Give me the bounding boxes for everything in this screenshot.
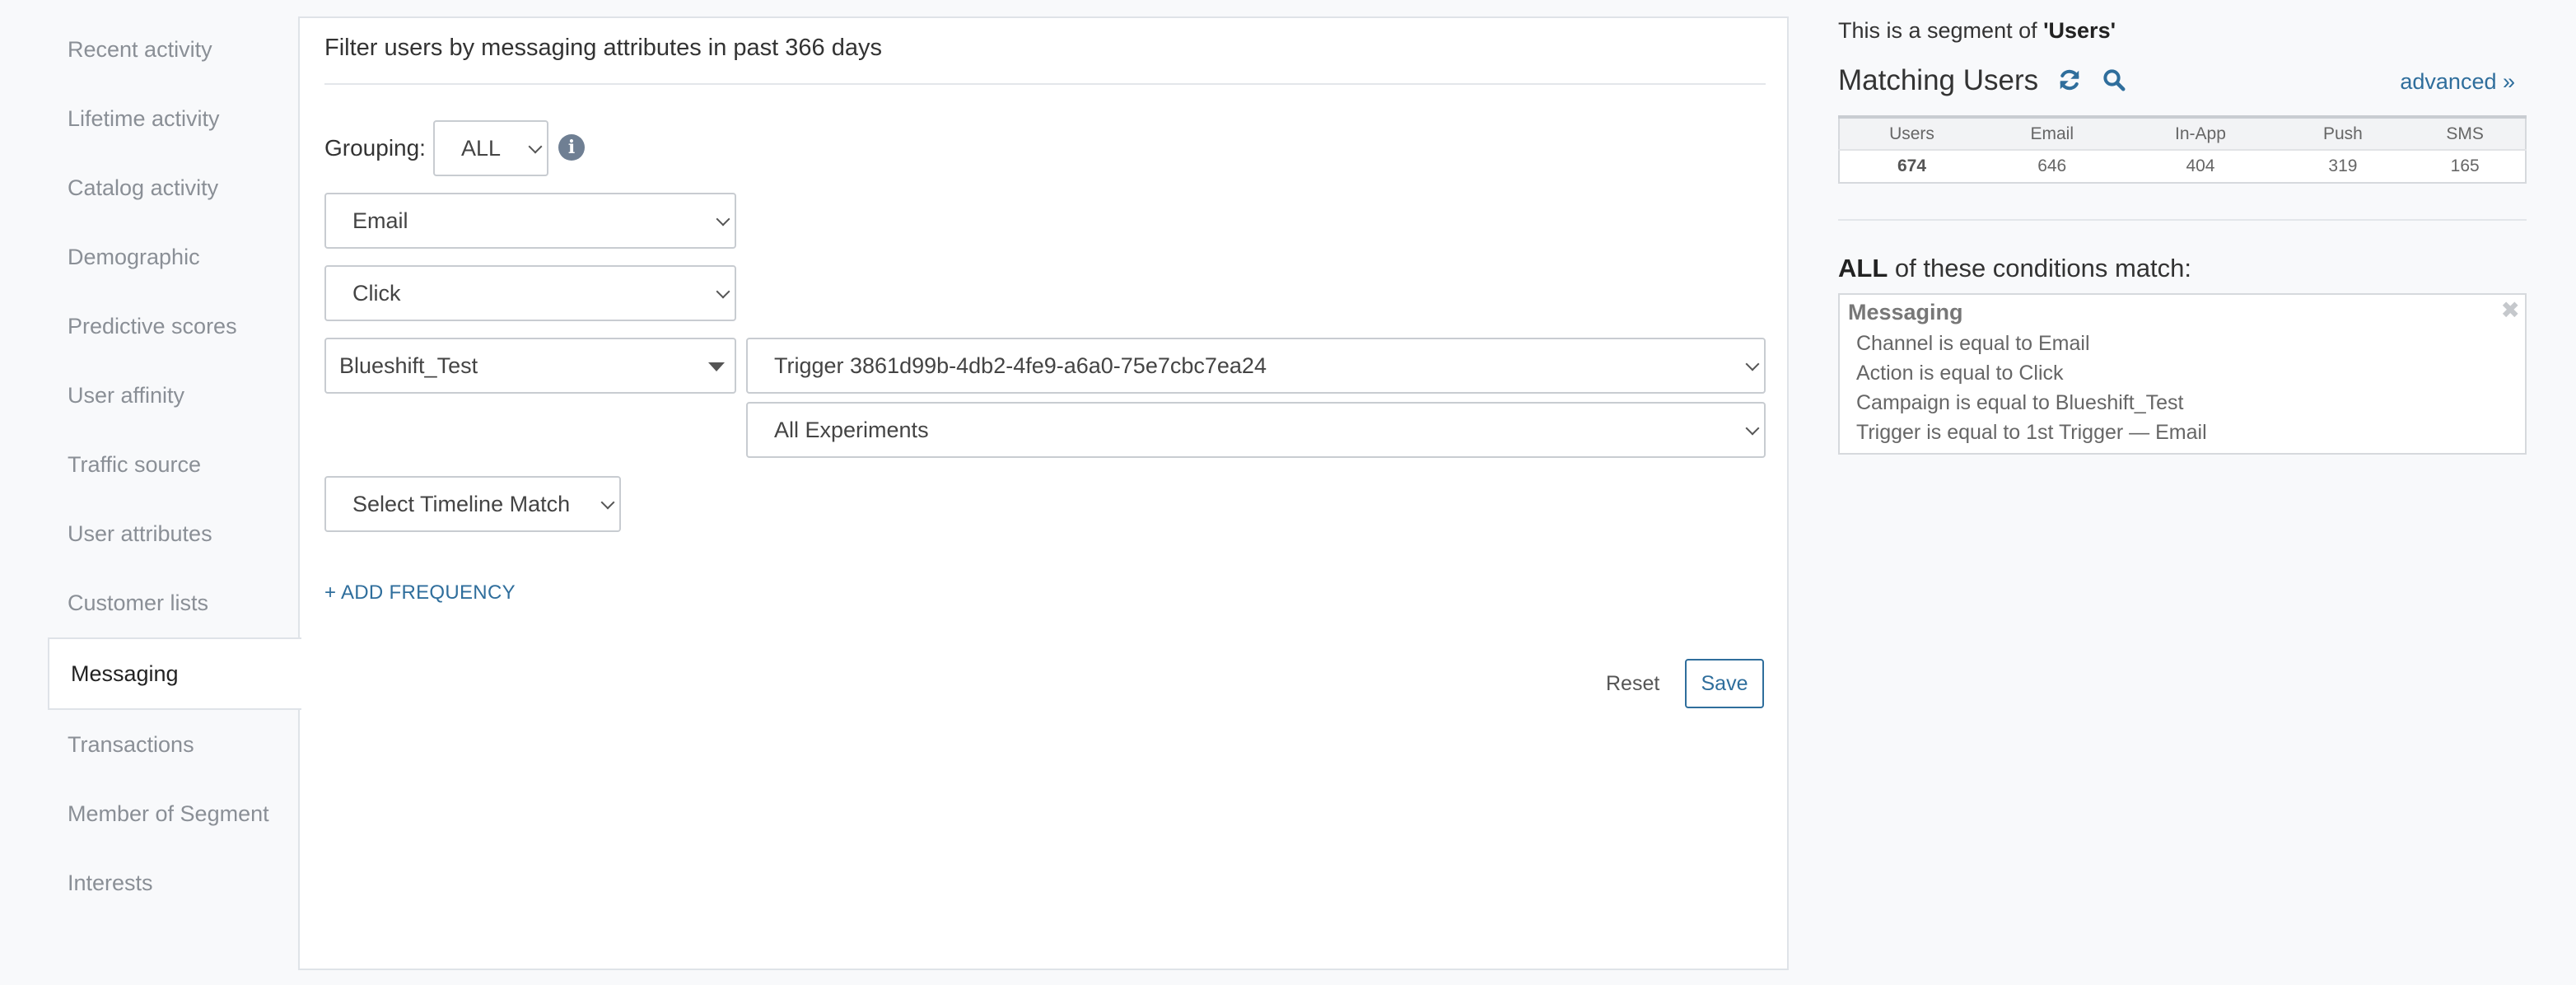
save-button[interactable]: Save xyxy=(1685,659,1764,708)
experiment-select[interactable]: All Experiments xyxy=(746,402,1766,458)
count-sms: 165 xyxy=(2450,156,2480,175)
chevron-down-icon xyxy=(528,139,543,154)
channel-select[interactable]: Email xyxy=(324,193,736,249)
timeline-match-select-value: Select Timeline Match xyxy=(352,492,571,516)
refresh-icon[interactable] xyxy=(2057,68,2082,92)
sidebar-item-catalog-activity[interactable]: Catalog activity xyxy=(48,153,300,222)
search-icon[interactable] xyxy=(2102,68,2126,92)
experiment-select-value: All Experiments xyxy=(774,418,929,442)
sidebar-item-member-of-segment[interactable]: Member of Segment xyxy=(48,779,300,848)
column-header-sms: SMS xyxy=(2405,117,2526,151)
grouping-select-value: ALL xyxy=(461,136,502,161)
chevron-down-icon xyxy=(1745,421,1760,436)
condition-item: Channel is equal to Email xyxy=(1856,332,2090,355)
matching-users-table: Users Email In-App Push SMS 674 646 404 … xyxy=(1838,115,2527,184)
count-users: 674 xyxy=(1897,156,1927,175)
sidebar-item-transactions[interactable]: Transactions xyxy=(48,710,300,779)
sidebar-item-messaging[interactable]: Messaging xyxy=(48,637,301,710)
sidebar-item-traffic-source[interactable]: Traffic source xyxy=(48,430,300,499)
chevron-down-icon xyxy=(600,495,615,510)
segment-source-name: 'Users' xyxy=(2043,18,2116,43)
sidebar-item-recent-activity[interactable]: Recent activity xyxy=(48,15,300,84)
chevron-down-icon xyxy=(1745,357,1760,371)
channel-select-value: Email xyxy=(352,208,408,233)
conditions-heading: ALL of these conditions match: xyxy=(1838,254,2191,283)
trigger-select[interactable]: Trigger 3861d99b-4db2-4fe9-a6a0-75e7cbc7… xyxy=(746,338,1766,394)
table-row: 674 646 404 319 165 xyxy=(1839,150,2526,183)
advanced-link[interactable]: advanced » xyxy=(2400,69,2515,95)
sidebar-item-user-attributes[interactable]: User attributes xyxy=(48,499,300,568)
conditions-match-mode: ALL xyxy=(1838,254,1888,282)
filter-panel-title: Filter users by messaging attributes in … xyxy=(324,35,1766,85)
grouping-select[interactable]: ALL xyxy=(433,120,548,176)
column-header-users: Users xyxy=(1839,117,1984,151)
matching-users-title: Matching Users xyxy=(1838,64,2039,96)
count-in-app: 404 xyxy=(2186,156,2215,175)
table-header-row: Users Email In-App Push SMS xyxy=(1839,117,2526,151)
sidebar-item-demographic[interactable]: Demographic xyxy=(48,222,300,292)
column-header-email: Email xyxy=(1983,117,2121,151)
column-header-push: Push xyxy=(2280,117,2406,151)
filter-panel: Filter users by messaging attributes in … xyxy=(298,16,1789,970)
divider xyxy=(1838,219,2527,221)
count-email: 646 xyxy=(2037,156,2067,175)
add-frequency-link[interactable]: + ADD FREQUENCY xyxy=(324,581,516,605)
action-select-value: Click xyxy=(352,281,401,306)
conditions-heading-text: of these conditions match: xyxy=(1888,254,2192,282)
segment-source-prefix: This is a segment of xyxy=(1838,18,2044,43)
grouping-label: Grouping: xyxy=(324,135,426,161)
column-header-in-app: In-App xyxy=(2120,117,2281,151)
trigger-select-value: Trigger 3861d99b-4db2-4fe9-a6a0-75e7cbc7… xyxy=(774,353,1267,378)
condition-item: Action is equal to Click xyxy=(1856,362,2064,385)
campaign-select-value: Blueshift_Test xyxy=(339,353,478,378)
sidebar-item-lifetime-activity[interactable]: Lifetime activity xyxy=(48,84,300,153)
sidebar-item-interests[interactable]: Interests xyxy=(48,848,300,917)
action-select[interactable]: Click xyxy=(324,265,736,321)
conditions-box: ✖ Messaging Channel is equal to Email Ac… xyxy=(1838,293,2527,455)
caret-down-icon xyxy=(708,362,725,371)
sidebar-item-user-affinity[interactable]: User affinity xyxy=(48,361,300,430)
reset-button[interactable]: Reset xyxy=(1593,659,1673,708)
close-icon[interactable]: ✖ xyxy=(2501,296,2520,324)
timeline-match-select[interactable]: Select Timeline Match xyxy=(324,476,621,532)
campaign-select[interactable]: Blueshift_Test xyxy=(324,338,736,394)
chevron-down-icon xyxy=(716,212,730,226)
condition-item: Campaign is equal to Blueshift_Test xyxy=(1856,391,2184,414)
sidebar: Recent activity Lifetime activity Catalo… xyxy=(48,15,301,917)
count-push: 319 xyxy=(2328,156,2358,175)
condition-item: Trigger is equal to 1st Trigger — Email xyxy=(1856,421,2207,444)
segment-source-line: This is a segment of 'Users' xyxy=(1838,18,2116,44)
sidebar-item-customer-lists[interactable]: Customer lists xyxy=(48,568,300,637)
sidebar-item-predictive-scores[interactable]: Predictive scores xyxy=(48,292,300,361)
chevron-down-icon xyxy=(716,284,730,299)
info-icon[interactable]: i xyxy=(558,134,585,161)
condition-group-title: Messaging xyxy=(1848,300,1963,324)
